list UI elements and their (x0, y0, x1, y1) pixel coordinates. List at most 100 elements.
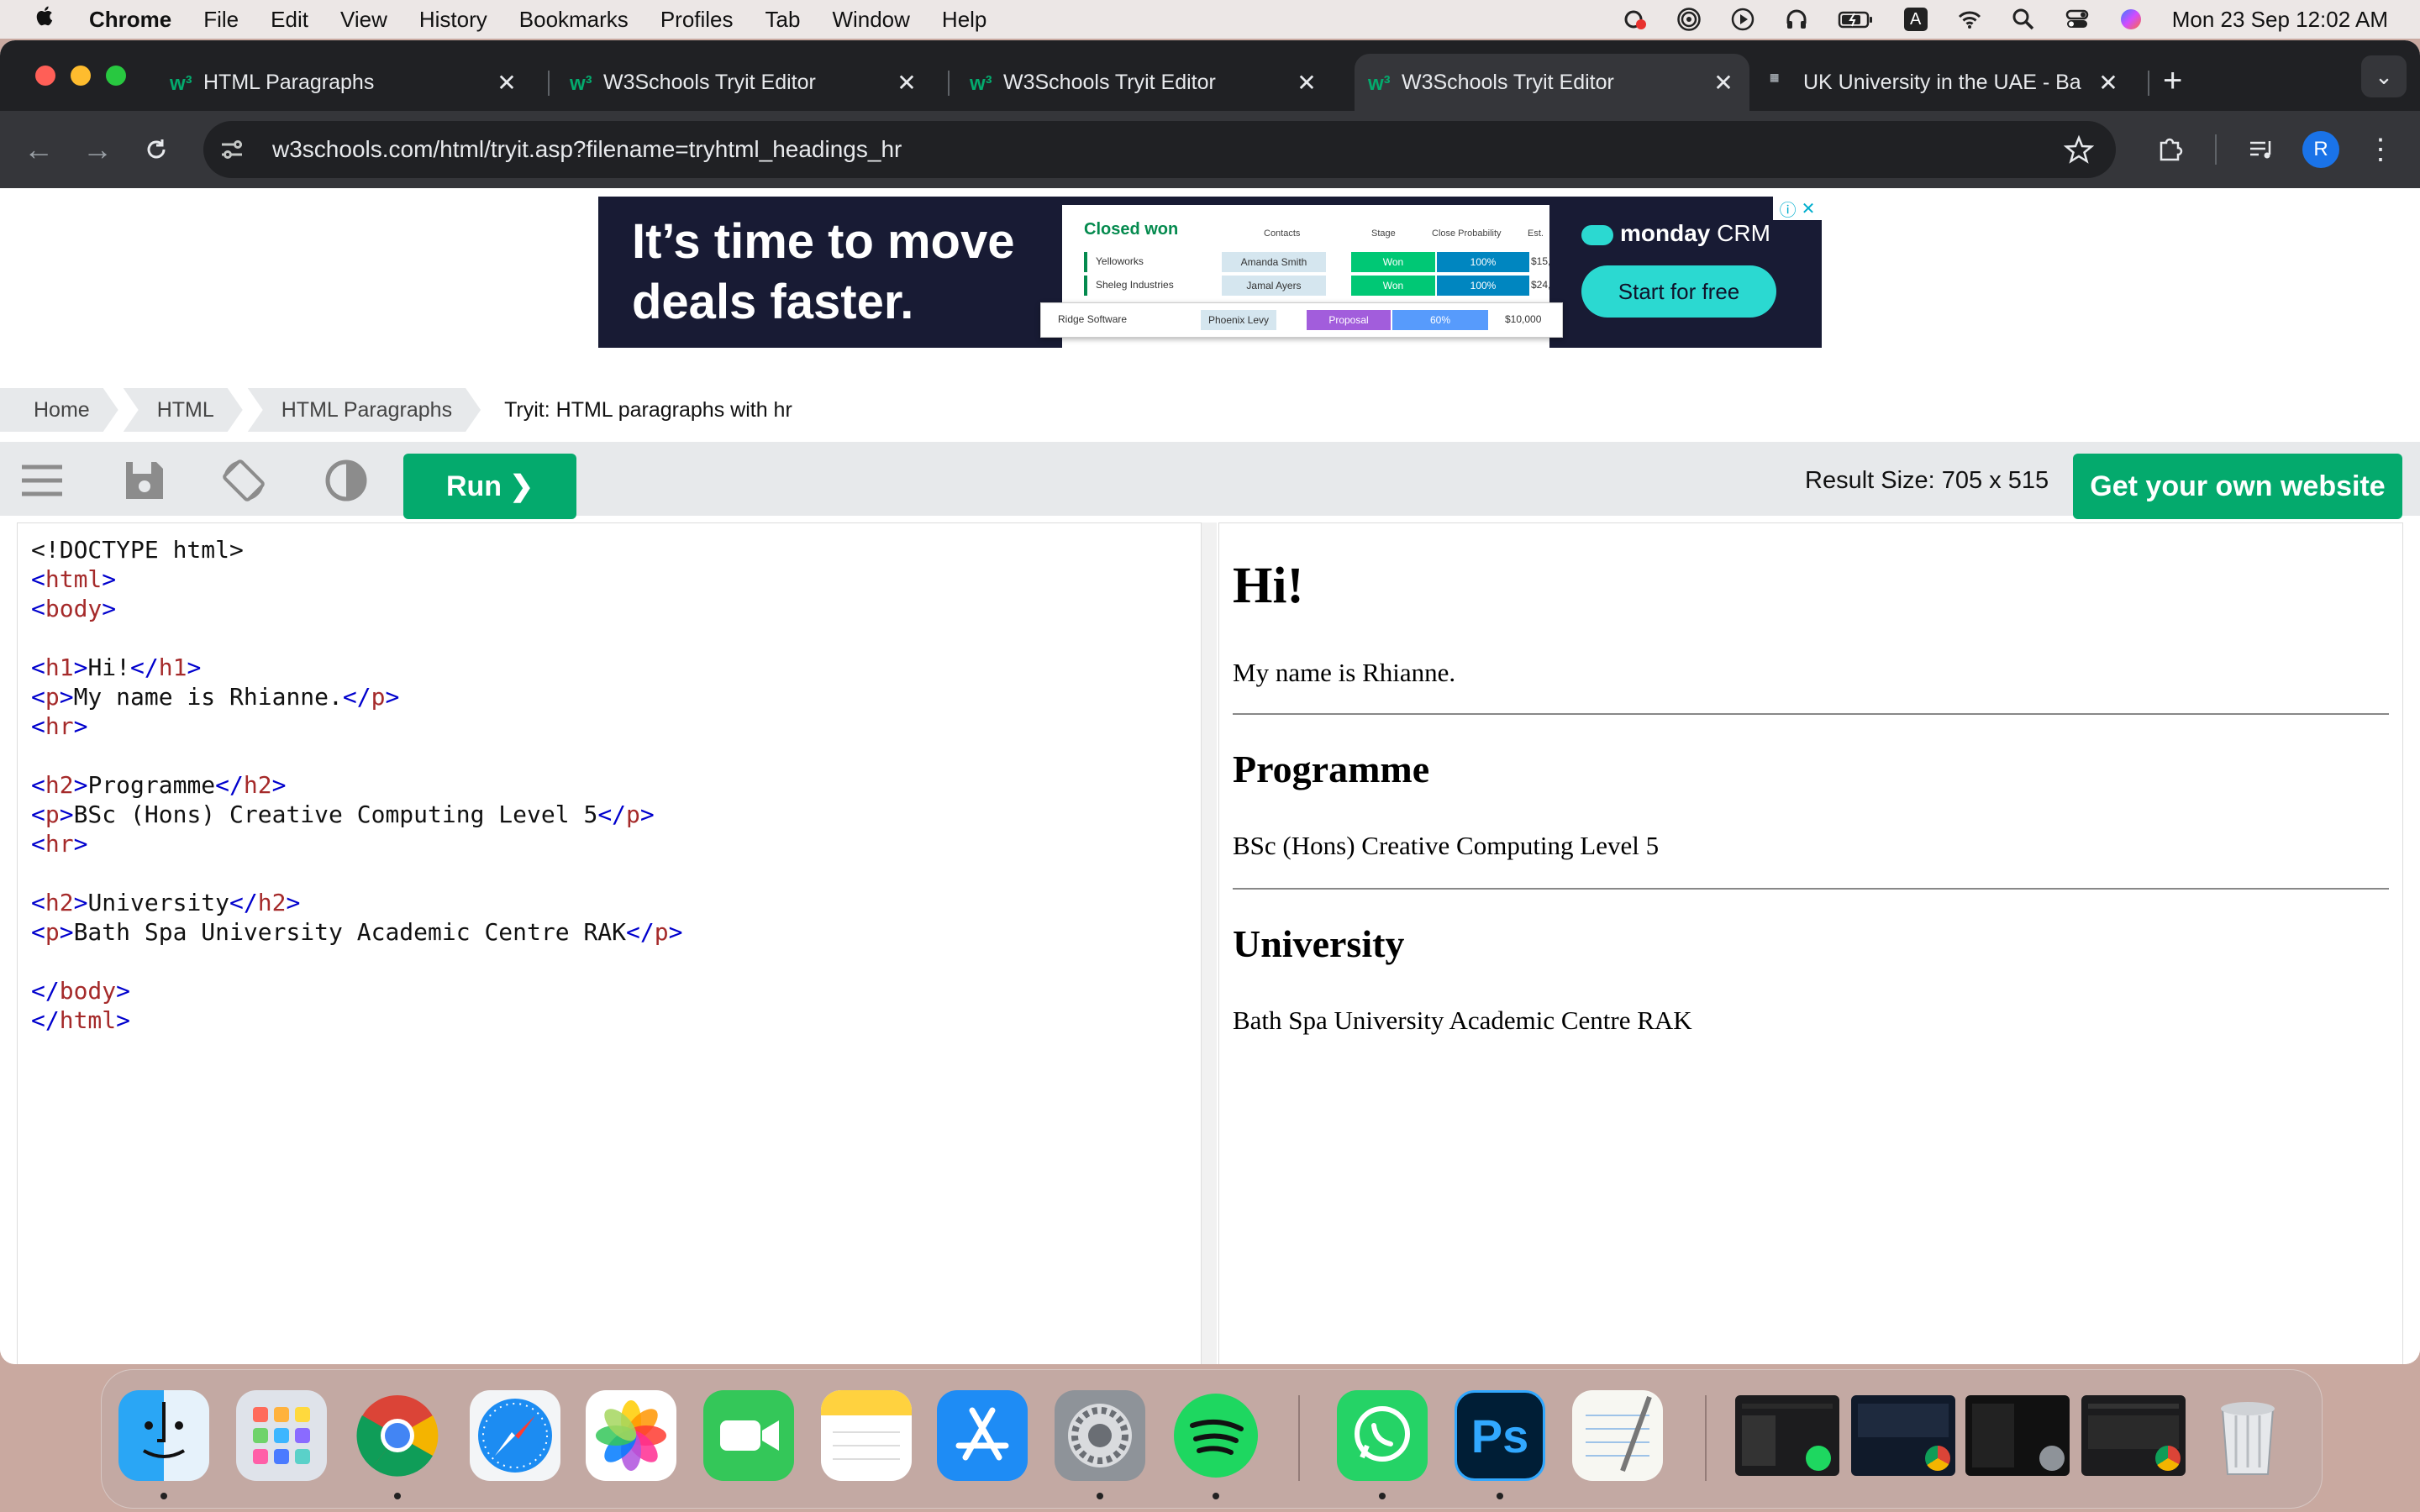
dark-mode-toggle-icon[interactable] (323, 457, 370, 504)
airdrop-icon[interactable] (1676, 7, 1702, 32)
close-window-button[interactable] (35, 66, 55, 86)
run-button[interactable]: Run ❯ (403, 454, 576, 519)
tab-close-icon[interactable]: ✕ (1294, 69, 1319, 97)
menu-view[interactable]: View (340, 7, 387, 33)
control-center-icon[interactable] (2065, 7, 2090, 32)
tab-tryit-1[interactable]: w³ W3Schools Tryit Editor ✕ (556, 54, 933, 111)
code-line[interactable]: <p>Bath Spa University Academic Centre R… (31, 917, 682, 947)
code-line[interactable] (31, 947, 682, 976)
get-own-website-button[interactable]: Get your own website (2073, 454, 2402, 519)
dock-notes-icon[interactable] (821, 1390, 912, 1481)
forward-arrow-icon[interactable]: → (79, 131, 116, 168)
rotate-layout-icon[interactable] (220, 457, 267, 504)
apple-menu-icon[interactable] (34, 4, 59, 34)
dock-app-store-icon[interactable] (937, 1390, 1028, 1481)
tab-tryit-2[interactable]: w³ W3Schools Tryit Editor ✕ (956, 54, 1333, 111)
dock-recent-window-settings[interactable] (1965, 1395, 2070, 1476)
dock-chrome-icon[interactable] (352, 1390, 443, 1481)
menu-profiles[interactable]: Profiles (660, 7, 734, 33)
menu-edit[interactable]: Edit (271, 7, 308, 33)
breadcrumb-html[interactable]: HTML (124, 388, 243, 432)
dock-recent-window-chrome-2[interactable] (2081, 1395, 2186, 1476)
ad-choices[interactable]: ⓘ ✕ (1773, 197, 1822, 220)
code-line[interactable]: <h2>University</h2> (31, 888, 682, 917)
tab-tryit-active[interactable]: w³ W3Schools Tryit Editor ✕ (1355, 54, 1749, 111)
tab-html-paragraphs[interactable]: w³ HTML Paragraphs ✕ (156, 54, 533, 111)
creative-cloud-icon[interactable] (1623, 7, 1648, 32)
dock-facetime-icon[interactable] (703, 1390, 794, 1481)
dock-recent-window-spotify[interactable] (1735, 1395, 1839, 1476)
code-line[interactable]: <p>My name is Rhianne.</p> (31, 682, 682, 711)
tab-bath-spa[interactable]: ▦ UK University in the UAE - Ba ✕ (1756, 54, 2134, 111)
menu-window[interactable]: Window (832, 7, 909, 33)
dock-safari-icon[interactable] (470, 1390, 560, 1481)
code-line[interactable]: <html> (31, 564, 682, 594)
zoom-window-button[interactable] (106, 66, 126, 86)
battery-icon[interactable] (1838, 7, 1875, 32)
dock-photoshop-icon[interactable]: Ps (1455, 1390, 1545, 1481)
menu-history[interactable]: History (419, 7, 487, 33)
code-line[interactable] (31, 623, 682, 653)
code-editor[interactable]: <!DOCTYPE html> <html> <body> <h1>Hi!</h1>… (17, 522, 1202, 1364)
hamburger-menu-icon[interactable] (18, 457, 66, 504)
reload-icon[interactable] (138, 131, 175, 168)
menu-bookmarks[interactable]: Bookmarks (519, 7, 629, 33)
code-line[interactable]: </body> (31, 976, 682, 1005)
address-bar[interactable]: w3schools.com/html/tryit.asp?filename=tr… (203, 121, 2116, 178)
tab-close-icon[interactable]: ✕ (494, 69, 519, 97)
spotlight-icon[interactable] (2011, 7, 2036, 32)
code-line[interactable]: </html> (31, 1005, 682, 1035)
dock-launchpad-icon[interactable] (236, 1390, 327, 1481)
dock-recent-window-chrome-1[interactable] (1851, 1395, 1955, 1476)
dock-whatsapp-icon[interactable] (1337, 1390, 1428, 1481)
tab-search-chevron-icon[interactable]: ⌄ (2361, 55, 2407, 97)
breadcrumb-html-paragraphs[interactable]: HTML Paragraphs (248, 388, 481, 432)
code-line[interactable]: <h2>Programme</h2> (31, 770, 682, 800)
menu-tab[interactable]: Tab (765, 7, 801, 33)
dock-photos-icon[interactable] (586, 1390, 676, 1481)
bookmark-star-icon[interactable] (2063, 134, 2095, 165)
tab-close-icon[interactable]: ✕ (894, 69, 919, 97)
extensions-puzzle-icon[interactable] (2154, 128, 2185, 171)
monday-crm-ad[interactable]: It’s time to move deals faster. Closed w… (598, 197, 1822, 348)
code-line[interactable]: <h1>Hi!</h1> (31, 653, 682, 682)
dock-spotify-icon[interactable] (1171, 1390, 1261, 1481)
menubar-clock[interactable]: Mon 23 Sep 12:02 AM (2172, 7, 2388, 33)
url-text[interactable]: w3schools.com/html/tryit.asp?filename=tr… (272, 136, 902, 163)
wifi-icon[interactable] (1957, 7, 1982, 32)
new-tab-plus-icon[interactable]: + (2163, 62, 2182, 100)
media-queue-icon[interactable] (2245, 128, 2275, 171)
dock-system-settings-icon[interactable] (1055, 1390, 1145, 1481)
ad-info-icon[interactable]: ⓘ (1780, 197, 1797, 221)
code-line[interactable]: <body> (31, 594, 682, 623)
code-line[interactable]: <hr> (31, 711, 682, 741)
ad-start-free-button[interactable]: Start for free (1581, 265, 1776, 318)
input-source-icon[interactable]: A (1903, 7, 1928, 32)
profile-avatar[interactable]: R (2302, 128, 2339, 171)
panel-splitter[interactable] (1202, 522, 1217, 1364)
menu-app-name[interactable]: Chrome (89, 7, 171, 33)
code-line[interactable]: <hr> (31, 829, 682, 858)
save-floppy-icon[interactable] (121, 457, 168, 504)
code-line[interactable] (31, 858, 682, 888)
dock-trash-icon[interactable] (2202, 1390, 2293, 1481)
code-line[interactable]: <p>BSc (Hons) Creative Computing Level 5… (31, 800, 682, 829)
site-info-tune-icon[interactable] (217, 134, 247, 165)
code-content[interactable]: <!DOCTYPE html> <html> <body> <h1>Hi!</h1>… (31, 535, 682, 1035)
ad-close-icon[interactable]: ✕ (1802, 198, 1816, 219)
siri-icon[interactable] (2118, 7, 2144, 32)
dock-textedit-icon[interactable] (1572, 1390, 1663, 1481)
code-line[interactable] (31, 741, 682, 770)
minimize-window-button[interactable] (71, 66, 91, 86)
breadcrumb-home[interactable]: Home (0, 388, 118, 432)
dock-finder-icon[interactable] (118, 1390, 209, 1481)
tab-close-icon[interactable]: ✕ (1711, 69, 1736, 97)
headphones-icon[interactable] (1784, 7, 1809, 32)
play-icon[interactable] (1730, 7, 1755, 32)
menu-help[interactable]: Help (942, 7, 986, 33)
chrome-menu-kebab-icon[interactable]: ⋮ (2366, 128, 2395, 171)
menu-file[interactable]: File (203, 7, 239, 33)
tab-close-icon[interactable]: ✕ (2096, 69, 2121, 97)
back-arrow-icon[interactable]: ← (20, 131, 57, 168)
code-line[interactable]: <!DOCTYPE html> (31, 535, 682, 564)
